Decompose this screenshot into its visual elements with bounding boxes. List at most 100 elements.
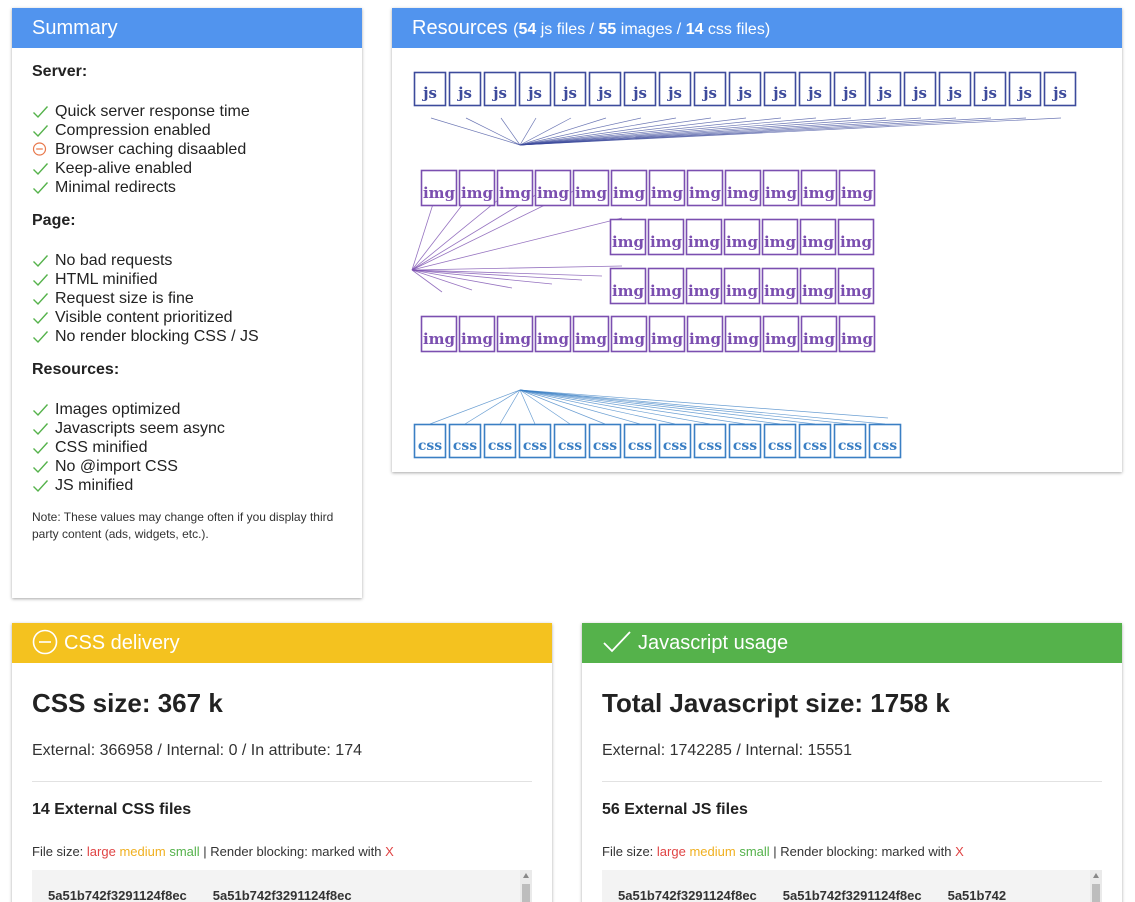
css-file-box: css: [448, 423, 482, 459]
summary-check-item: Minimal redirects: [32, 178, 342, 197]
summary-check-label: Quick server response time: [55, 103, 250, 120]
summary-check-list: No bad requests HTML minified Request size…: [32, 251, 342, 346]
js-file-box-label: js: [771, 84, 787, 102]
css-size-breakdown: External: 366958 / Internal: 0 / In attr…: [32, 742, 362, 759]
js-file-box: js: [588, 71, 622, 107]
css-link-line: [519, 389, 886, 425]
js-file-item[interactable]: 5a51b742f3291124f8ec: [618, 888, 757, 902]
js-file-box-label: js: [491, 84, 507, 102]
css-file-item[interactable]: 5a51b742f3291124f8ec: [213, 888, 352, 902]
css-delivery-panel: CSS delivery CSS size: 367 k External: 3…: [12, 623, 552, 902]
js-file-item[interactable]: 5a51b742: [948, 888, 1007, 902]
img-file-box: img: [723, 218, 761, 256]
img-file-box: img: [685, 218, 723, 256]
img-file-box-label: img: [726, 233, 759, 251]
img-file-box: img: [686, 169, 724, 207]
img-link-line: [411, 265, 623, 271]
legend-x: X: [385, 844, 394, 859]
resources-header: Resources (54 js files / 55 images / 14 …: [392, 8, 1122, 48]
css-list-scrollbar[interactable]: [520, 870, 532, 902]
js-file-box: js: [623, 71, 657, 107]
summary-check-label: No @import CSS: [55, 458, 178, 475]
img-file-box-label: img: [689, 330, 722, 348]
scroll-up-icon[interactable]: [523, 873, 529, 878]
css-file-box-label: css: [453, 438, 477, 454]
css-file-box: css: [483, 423, 517, 459]
summary-header: Summary: [12, 8, 362, 48]
img-file-box-label: img: [840, 282, 873, 300]
css-file-item[interactable]: 5a51b742f3291124f8ec: [48, 888, 187, 902]
summary-check-item: Request size is fine: [32, 289, 342, 308]
img-file-box: img: [761, 218, 799, 256]
js-file-box: js: [693, 71, 727, 107]
summary-check-item: Javascripts seem async: [32, 419, 342, 438]
summary-section-title: Resources:: [32, 361, 120, 378]
js-usage-header: Javascript usage: [582, 623, 1122, 663]
img-file-box-label: img: [423, 330, 456, 348]
scrollbar-thumb[interactable]: [522, 884, 530, 902]
css-size-title: CSS size: 367 k: [32, 688, 223, 718]
summary-section-title: Server:: [32, 63, 88, 80]
js-file-box: js: [763, 71, 797, 107]
js-file-list[interactable]: 5a51b742f3291124f8ec 5a51b742f3291124f8ec…: [602, 870, 1102, 902]
js-list-scrollbar[interactable]: [1090, 870, 1102, 902]
img-file-box: img: [686, 315, 724, 353]
img-file-box-label: img: [764, 233, 797, 251]
warn-circle-icon: [32, 629, 58, 655]
css-file-list[interactable]: 5a51b742f3291124f8ec 5a51b742f3291124f8ec: [32, 870, 532, 902]
js-link-line: [519, 117, 747, 146]
img-file-box-label: img: [537, 330, 570, 348]
img-file-box: img: [609, 267, 647, 305]
img-file-box: img: [800, 169, 838, 207]
img-file-box: img: [761, 267, 799, 305]
css-file-box: css: [728, 423, 762, 459]
js-file-box: js: [553, 71, 587, 107]
summary-check-label: Request size is fine: [55, 290, 194, 307]
divider: [32, 781, 532, 782]
summary-check-label: Javascripts seem async: [55, 420, 225, 437]
img-file-box-label: img: [613, 330, 646, 348]
summary-check-item: Keep-alive enabled: [32, 159, 342, 178]
img-file-box-label: img: [727, 184, 760, 202]
img-file-box-label: img: [575, 330, 608, 348]
css-file-box-label: css: [838, 438, 862, 454]
css-file-box-label: css: [663, 438, 687, 454]
legend-small: small: [739, 844, 770, 859]
legend-x: X: [955, 844, 964, 859]
summary-check-item: No @import CSS: [32, 457, 342, 476]
img-file-box: img: [799, 267, 837, 305]
img-file-box: img: [762, 315, 800, 353]
img-file-box-label: img: [650, 282, 683, 300]
checkmark-icon: [33, 273, 49, 286]
css-count: 14: [685, 21, 704, 38]
legend-medium: medium: [689, 844, 736, 859]
img-file-box-label: img: [841, 184, 874, 202]
css-file-box: css: [588, 423, 622, 459]
img-file-box: img: [648, 169, 686, 207]
resources-panel: Resources (54 js files / 55 images / 14 …: [392, 8, 1122, 472]
js-file-box-label: js: [911, 84, 927, 102]
img-file-box: img: [838, 169, 876, 207]
css-file-box-label: css: [803, 438, 827, 454]
js-file-item[interactable]: 5a51b742f3291124f8ec: [783, 888, 922, 902]
img-file-box-label: img: [423, 184, 456, 202]
img-file-box: img: [799, 218, 837, 256]
css-link-line: [429, 389, 521, 425]
css-legend: File size: large medium small | Render b…: [32, 844, 532, 860]
css-file-box: css: [658, 423, 692, 459]
scroll-up-icon[interactable]: [1093, 873, 1099, 878]
css-link-line: [519, 389, 816, 425]
css-file-box-label: css: [698, 438, 722, 454]
img-label: images /: [616, 21, 686, 38]
checkmark-icon: [33, 460, 49, 473]
js-file-box: js: [1008, 71, 1042, 107]
checkmark-icon: [33, 162, 49, 175]
css-file-box-label: css: [768, 438, 792, 454]
img-file-box-label: img: [802, 282, 835, 300]
img-file-box-label: img: [613, 184, 646, 202]
scrollbar-thumb[interactable]: [1092, 884, 1100, 902]
js-file-box-label: js: [596, 84, 612, 102]
summary-check-label: Compression enabled: [55, 122, 211, 139]
css-file-box-label: css: [523, 438, 547, 454]
js-file-box-label: js: [701, 84, 717, 102]
